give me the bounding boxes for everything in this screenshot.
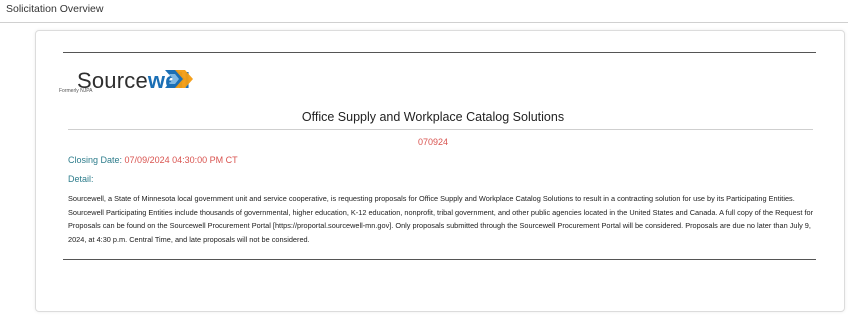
solicitation-title: Office Supply and Workplace Catalog Solu… (301, 110, 565, 124)
detail-label: Detail: (68, 174, 94, 184)
solicitation-number: 070924 (417, 137, 449, 147)
closing-date: Closing Date: 07/09/2024 04:30:00 PM CT (68, 155, 238, 165)
logo-subtitle: Formerly NJPA (59, 88, 93, 94)
bottom-divider (63, 259, 816, 260)
top-divider (63, 52, 816, 53)
closing-date-label: Closing Date: (68, 155, 123, 165)
closing-date-value: 07/09/2024 04:30:00 PM CT (124, 155, 238, 165)
title-divider (68, 129, 813, 130)
detail-text: Sourcewell, a State of Minnesota local g… (68, 194, 814, 244)
section-header: Solicitation Overview (0, 0, 848, 23)
sourcewell-arrow-icon (165, 70, 193, 88)
section-title: Solicitation Overview (6, 3, 104, 15)
